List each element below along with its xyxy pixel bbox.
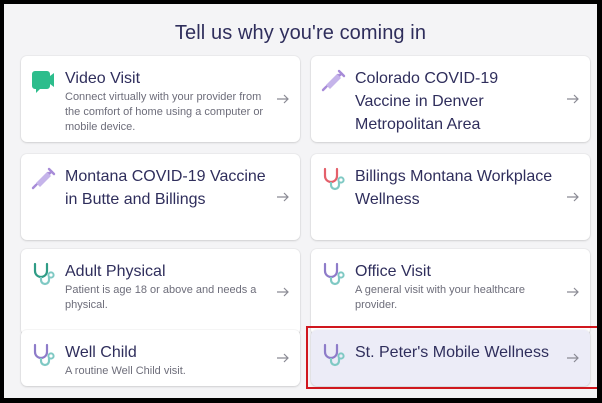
card-montana-covid-vaccine[interactable]: Montana COVID-19 Vaccine in Butte and Bi… bbox=[21, 154, 300, 240]
card-description: Patient is age 18 or above and needs a p… bbox=[65, 284, 257, 311]
card-label: Colorado COVID-19 Vaccine in Denver Metr… bbox=[355, 70, 499, 133]
syringe-icon bbox=[31, 167, 56, 190]
card-well-child[interactable]: Well Child A routine Well Child visit. bbox=[21, 330, 300, 386]
card-billings-workplace-wellness[interactable]: Billings Montana Workplace Wellness bbox=[311, 154, 590, 240]
card-colorado-covid-vaccine[interactable]: Colorado COVID-19 Vaccine in Denver Metr… bbox=[311, 56, 590, 142]
arrow-right-icon bbox=[277, 353, 289, 363]
stethoscope-icon bbox=[323, 262, 345, 286]
arrow-right-icon bbox=[277, 192, 289, 202]
card-description: Connect virtually with your provider fro… bbox=[65, 91, 264, 133]
stethoscope-icon bbox=[323, 343, 345, 367]
card-video-visit[interactable]: Video Visit Connect virtually with your … bbox=[21, 56, 300, 142]
card-label: Billings Montana Workplace Wellness bbox=[355, 168, 553, 208]
card-adult-physical[interactable]: Adult Physical Patient is age 18 or abov… bbox=[21, 249, 300, 335]
arrow-right-icon bbox=[567, 287, 579, 297]
card-description: A routine Well Child visit. bbox=[65, 365, 186, 377]
card-description: A general visit with your healthcare pro… bbox=[355, 284, 525, 311]
card-label: Adult Physical bbox=[65, 263, 166, 280]
page-frame: Tell us why you're coming in Video Visit… bbox=[4, 4, 597, 398]
arrow-right-icon bbox=[277, 94, 289, 104]
video-camera-icon bbox=[32, 71, 54, 93]
page-title: Tell us why you're coming in bbox=[174, 22, 427, 44]
card-label: Video Visit bbox=[65, 70, 141, 87]
stethoscope-icon bbox=[33, 262, 55, 286]
arrow-right-icon bbox=[567, 94, 579, 104]
stethoscope-icon bbox=[323, 167, 345, 191]
card-label: Office Visit bbox=[355, 263, 431, 280]
card-st-peters-mobile-wellness[interactable]: St. Peter's Mobile Wellness bbox=[311, 330, 590, 386]
arrow-right-icon bbox=[277, 287, 289, 297]
arrow-right-icon bbox=[567, 192, 579, 202]
card-label: Well Child bbox=[65, 344, 137, 361]
stethoscope-icon bbox=[33, 343, 55, 367]
card-label: St. Peter's Mobile Wellness bbox=[355, 344, 549, 361]
card-label: Montana COVID-19 Vaccine in Butte and Bi… bbox=[65, 168, 266, 208]
arrow-right-icon bbox=[567, 353, 579, 363]
syringe-icon bbox=[321, 69, 346, 92]
card-office-visit[interactable]: Office Visit A general visit with your h… bbox=[311, 249, 590, 335]
